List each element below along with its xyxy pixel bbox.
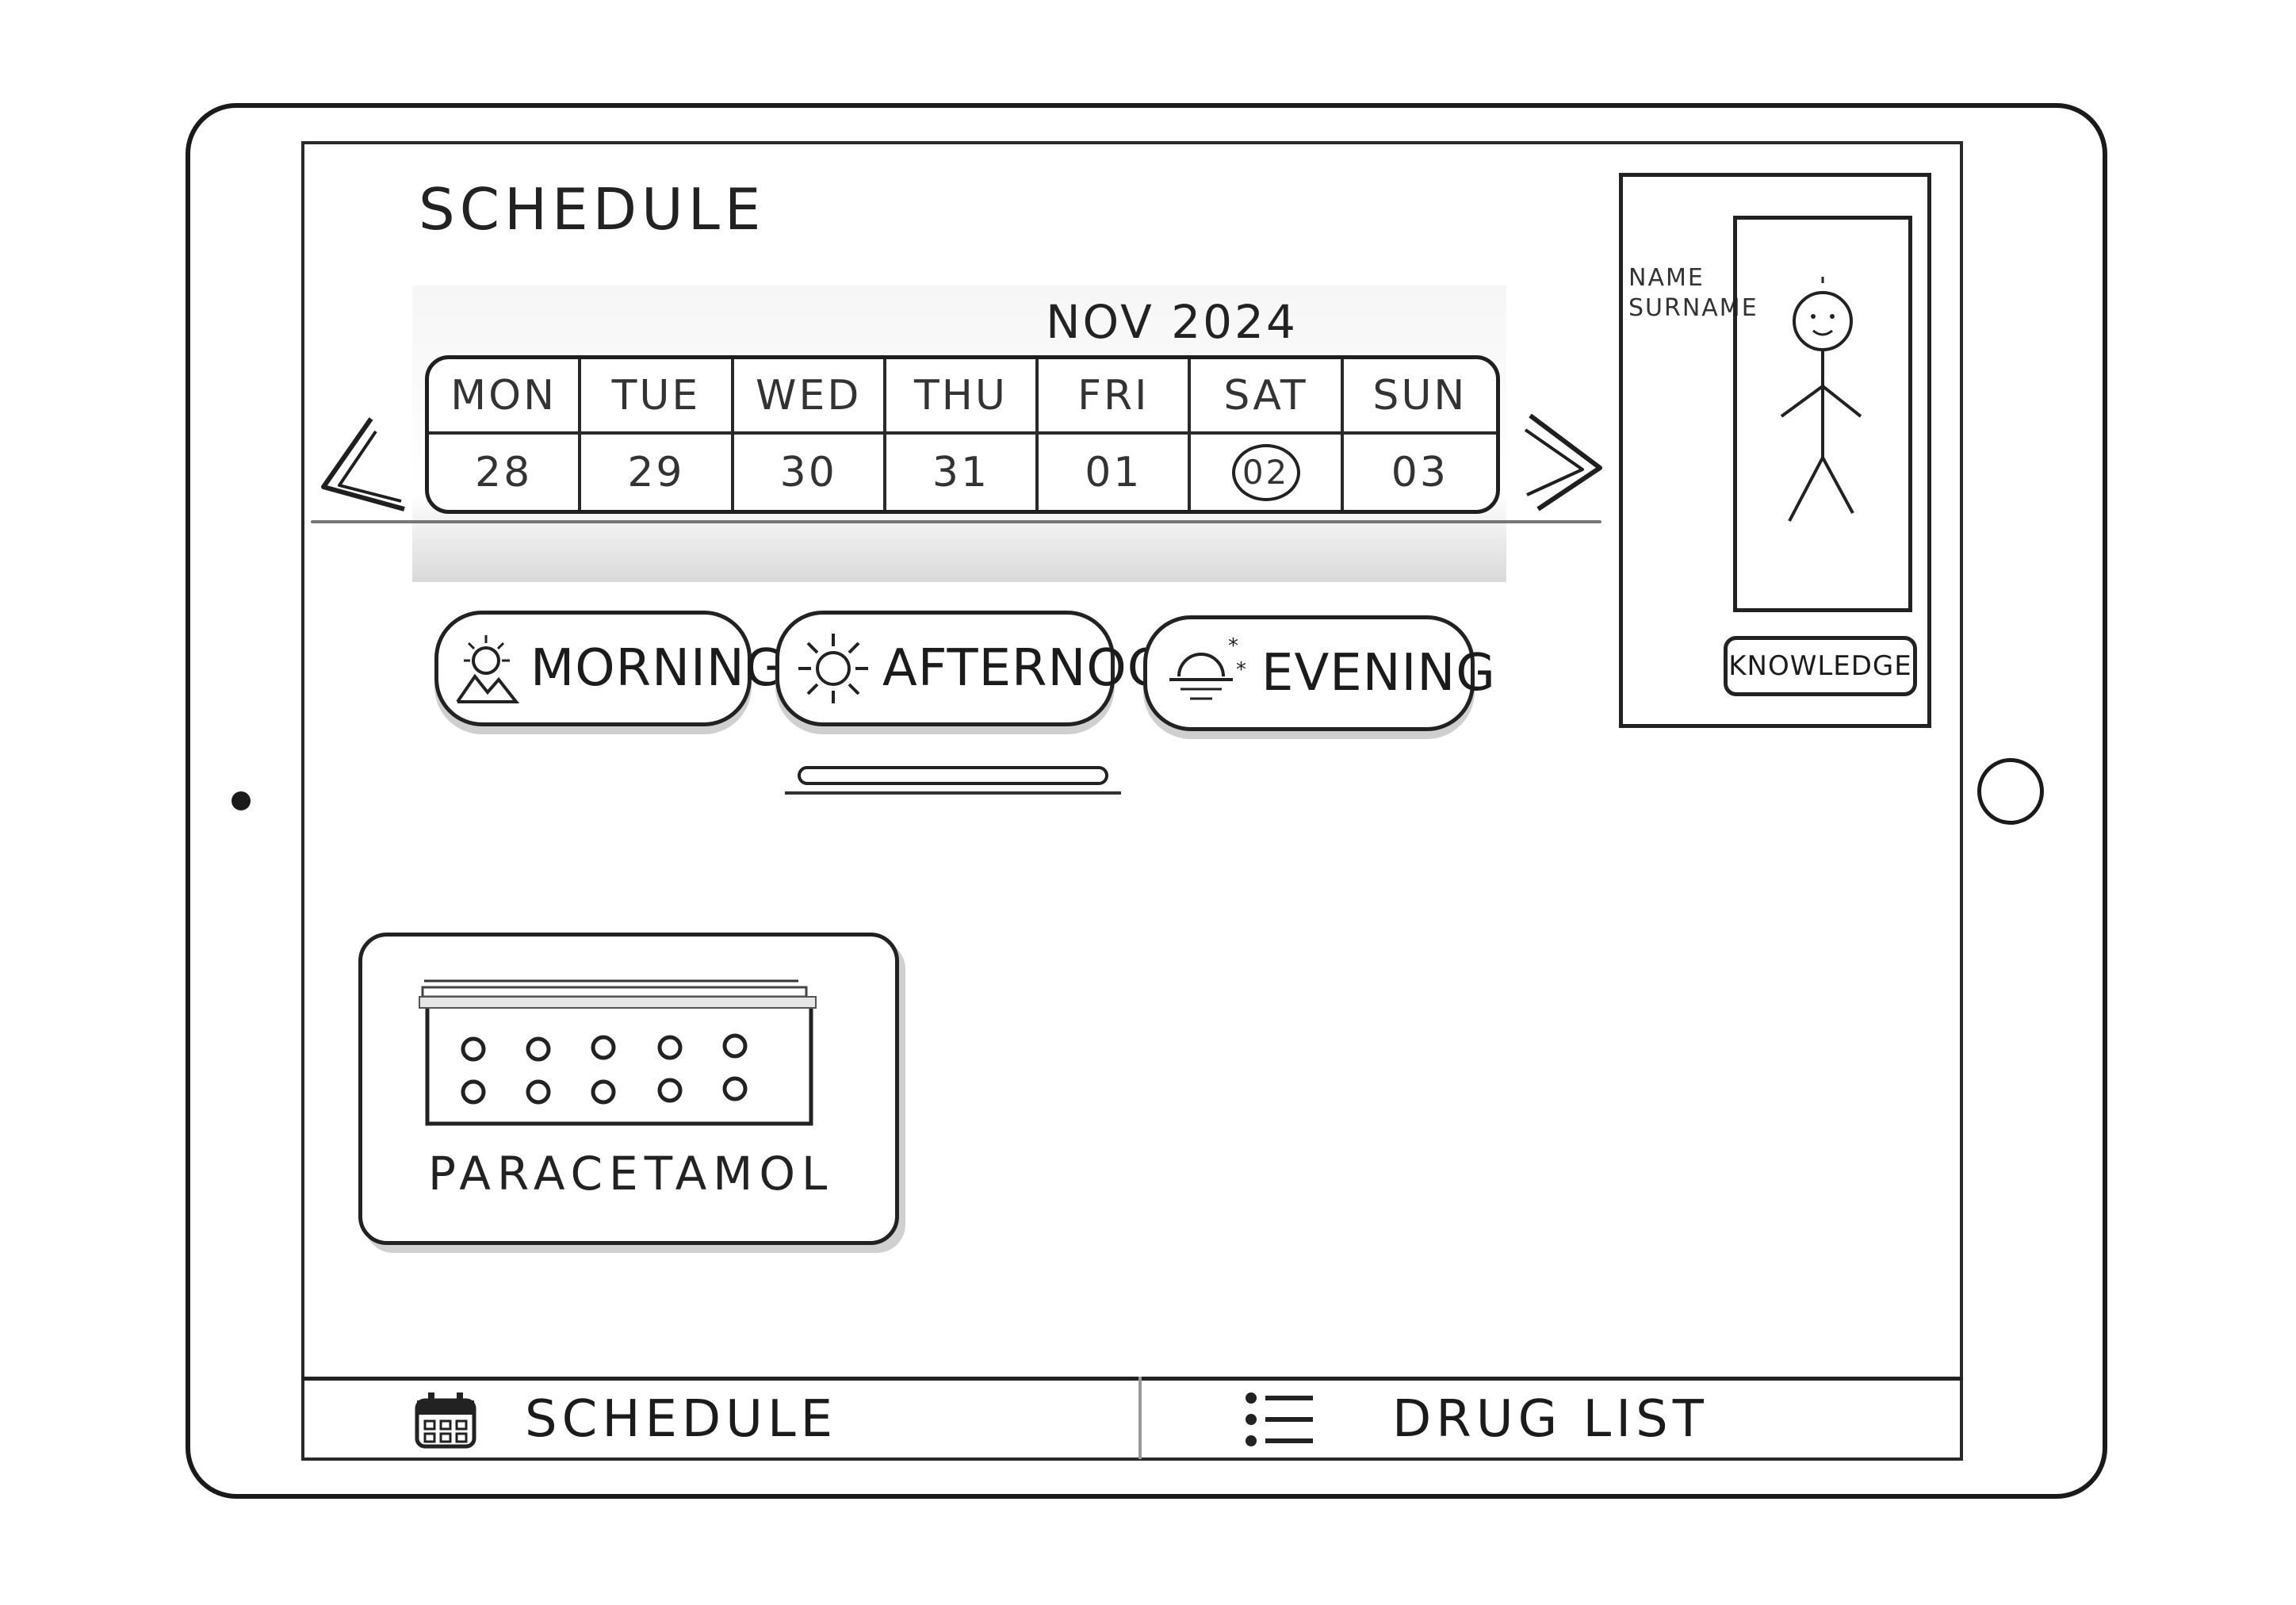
camera-dot bbox=[232, 791, 251, 810]
week-calendar: MON TUE WED THU FRI SAT SUN 28 29 30 31 … bbox=[425, 355, 1500, 514]
list-icon bbox=[1246, 1392, 1313, 1446]
stick-figure-icon bbox=[1780, 277, 1862, 522]
day-header: WED bbox=[733, 359, 886, 435]
date-cell[interactable]: 01 bbox=[1039, 435, 1192, 510]
date-cell[interactable]: 29 bbox=[581, 435, 734, 510]
morning-label: MORNING bbox=[530, 639, 786, 698]
svg-text:*: * bbox=[1228, 635, 1239, 658]
active-filter-indicator bbox=[798, 766, 1108, 785]
active-filter-underline bbox=[785, 791, 1121, 795]
sun-icon bbox=[798, 634, 868, 703]
day-header: MON bbox=[429, 359, 582, 435]
blister-pack-icon bbox=[419, 979, 817, 1126]
afternoon-button[interactable]: AFTERNOON bbox=[775, 611, 1206, 726]
date-cell[interactable]: 31 bbox=[886, 435, 1039, 510]
sunset-icon: * * bbox=[1169, 635, 1247, 700]
drug-name: PARACETAMOL bbox=[428, 1147, 834, 1201]
date-cell-selected[interactable]: 02 bbox=[1191, 435, 1344, 510]
date-cell[interactable]: 30 bbox=[734, 435, 886, 510]
nav-tab-schedule[interactable]: SCHEDULE bbox=[301, 1380, 1138, 1459]
date-cell[interactable]: 28 bbox=[429, 435, 582, 510]
calendar-divider bbox=[311, 520, 1601, 523]
chevron-left-icon[interactable] bbox=[316, 414, 419, 525]
day-header: SAT bbox=[1191, 359, 1344, 435]
month-label: NOV 2024 bbox=[1046, 295, 1298, 349]
page-title: SCHEDULE bbox=[419, 176, 766, 243]
nav-schedule-label: SCHEDULE bbox=[525, 1390, 838, 1449]
svg-text:*: * bbox=[1236, 658, 1247, 682]
date-cell[interactable]: 03 bbox=[1344, 435, 1496, 510]
chevron-right-icon[interactable] bbox=[1506, 409, 1609, 520]
nav-tab-drug-list[interactable]: DRUG LIST bbox=[1142, 1380, 1963, 1459]
day-header: TUE bbox=[581, 359, 734, 435]
selected-date: 02 bbox=[1231, 443, 1300, 501]
knowledge-button[interactable]: KNOWLEDGE bbox=[1724, 636, 1917, 696]
calendar-icon bbox=[415, 1392, 476, 1449]
avatar bbox=[1733, 216, 1912, 612]
home-button[interactable] bbox=[1977, 758, 2044, 825]
day-header: SUN bbox=[1343, 359, 1496, 435]
day-header: THU bbox=[886, 359, 1039, 435]
day-header: FRI bbox=[1039, 359, 1192, 435]
morning-button[interactable]: MORNING bbox=[434, 611, 784, 726]
sunrise-mountain-icon bbox=[456, 635, 519, 703]
nav-drug-list-label: DRUG LIST bbox=[1392, 1390, 1709, 1449]
evening-button[interactable]: * * EVENING bbox=[1143, 615, 1495, 731]
evening-label: EVENING bbox=[1261, 644, 1496, 703]
